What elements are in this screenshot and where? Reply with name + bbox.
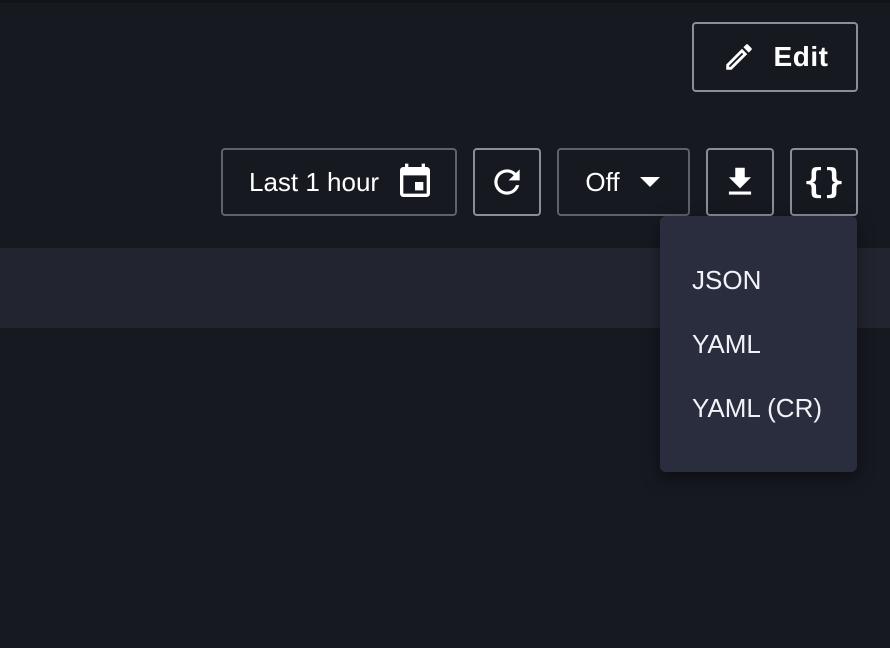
refresh-button[interactable] [473,148,541,216]
edit-button-label: Edit [773,41,829,72]
caret-down-icon [638,170,662,194]
edit-button[interactable]: Edit [692,22,858,92]
code-view-button[interactable]: {} [790,148,858,216]
calendar-icon [395,162,435,202]
code-braces-icon: {} [803,162,845,202]
download-button[interactable] [706,148,774,216]
time-range-button[interactable]: Last 1 hour [221,148,457,216]
export-format-menu: JSON YAML YAML (CR) [660,216,857,472]
pencil-icon [722,40,756,74]
time-range-label: Last 1 hour [249,166,380,197]
download-icon [721,163,759,201]
menu-item-yaml-cr[interactable]: YAML (CR) [660,376,857,440]
refresh-interval-label: Off [585,166,620,197]
top-border [0,0,890,3]
menu-item-json[interactable]: JSON [660,248,857,312]
refresh-icon [488,163,526,201]
dashboard-page: Edit Last 1 hour Off {} JSON YAML YAML (… [0,0,890,648]
menu-item-yaml[interactable]: YAML [660,312,857,376]
refresh-interval-dropdown[interactable]: Off [557,148,690,216]
